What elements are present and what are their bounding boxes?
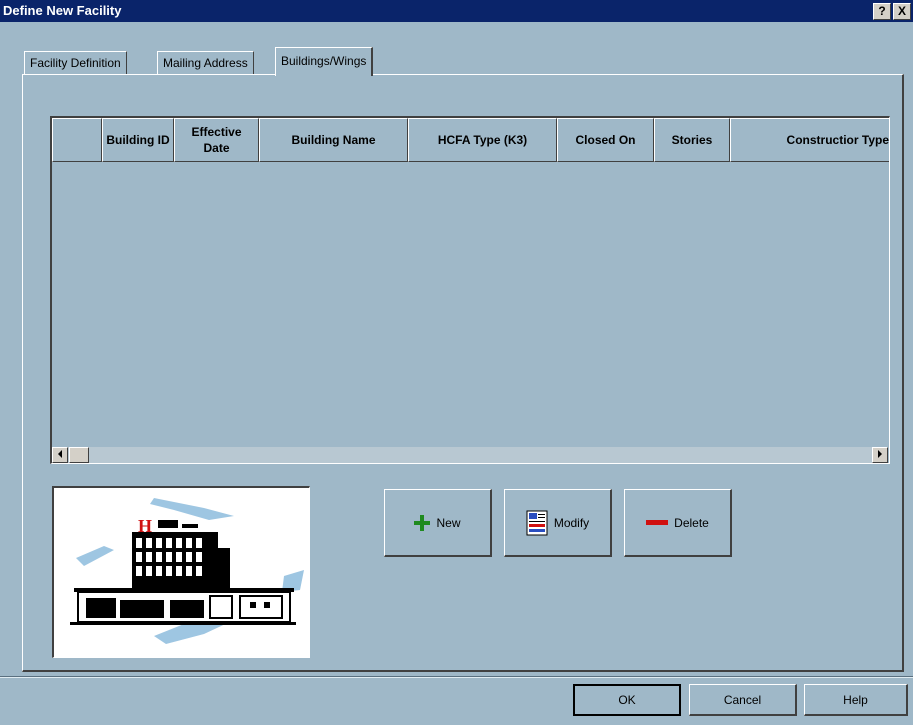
window-title: Define New Facility bbox=[3, 3, 122, 18]
minus-icon bbox=[646, 519, 669, 526]
grid-header: Building ID Effective Date Building Name… bbox=[52, 118, 889, 162]
plus-icon bbox=[414, 514, 431, 531]
modify-button[interactable]: Modify bbox=[504, 489, 612, 557]
tab-buildings-wings[interactable]: Buildings/Wings bbox=[275, 47, 374, 76]
buildings-grid[interactable]: Building ID Effective Date Building Name… bbox=[50, 116, 890, 464]
column-header-construction-type[interactable]: Constructior Type bbox=[730, 118, 889, 162]
scroll-left-button[interactable] bbox=[52, 447, 68, 463]
arrow-left-icon bbox=[58, 450, 62, 458]
help-button[interactable]: Help bbox=[804, 684, 908, 716]
tab-mailing-address[interactable]: Mailing Address bbox=[157, 51, 254, 75]
column-header-building-id[interactable]: Building ID bbox=[102, 118, 174, 162]
title-bar: Define New Facility ? X bbox=[0, 0, 913, 22]
column-header-stories[interactable]: Stories bbox=[654, 118, 730, 162]
new-button-label: New bbox=[436, 515, 461, 530]
edit-document-icon bbox=[526, 510, 548, 536]
horizontal-scrollbar[interactable] bbox=[52, 447, 888, 463]
delete-button[interactable]: Delete bbox=[624, 489, 732, 557]
cancel-button-label: Cancel bbox=[723, 692, 762, 707]
column-header-selector[interactable] bbox=[52, 118, 102, 162]
footer-divider bbox=[0, 676, 913, 678]
scroll-thumb[interactable] bbox=[69, 447, 89, 463]
column-header-hcfa-type[interactable]: HCFA Type (K3) bbox=[408, 118, 557, 162]
column-header-effective-date[interactable]: Effective Date bbox=[174, 118, 259, 162]
modify-button-label: Modify bbox=[553, 515, 590, 530]
hospital-picture: H bbox=[52, 486, 310, 658]
new-button[interactable]: New bbox=[384, 489, 492, 557]
column-header-building-name[interactable]: Building Name bbox=[259, 118, 408, 162]
column-header-closed-on[interactable]: Closed On bbox=[557, 118, 654, 162]
delete-button-label: Delete bbox=[674, 515, 709, 530]
close-button[interactable]: X bbox=[893, 3, 911, 20]
ok-button[interactable]: OK bbox=[573, 684, 681, 716]
scroll-right-button[interactable] bbox=[872, 447, 888, 463]
help-button-label: Help bbox=[843, 692, 868, 707]
ok-button-label: OK bbox=[618, 693, 636, 707]
cancel-button[interactable]: Cancel bbox=[689, 684, 797, 716]
tab-facility-definition[interactable]: Facility Definition bbox=[24, 51, 127, 75]
hospital-building-icon: H bbox=[70, 498, 304, 644]
help-title-button[interactable]: ? bbox=[873, 3, 891, 20]
arrow-right-icon bbox=[878, 450, 882, 458]
